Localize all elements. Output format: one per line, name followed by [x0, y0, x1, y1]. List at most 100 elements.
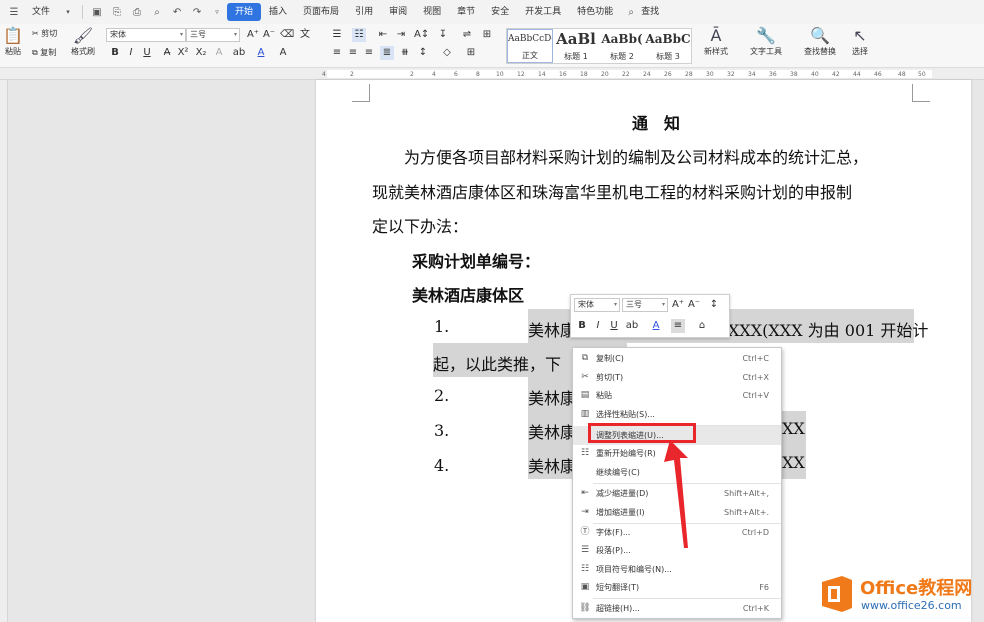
new-style-button[interactable]: Ā 新样式 [698, 26, 734, 57]
tab-references[interactable]: 引用 [347, 3, 381, 21]
cut-button[interactable]: ✂ 剪切 [32, 28, 57, 39]
shrink-font-icon[interactable]: A⁻ [262, 28, 276, 42]
grow-font-icon[interactable]: A⁺ [671, 298, 685, 312]
align-center-icon[interactable]: ≡ [346, 46, 360, 60]
highlight-icon[interactable]: ab [625, 319, 639, 333]
line-spacing-icon[interactable]: ↕ [416, 46, 430, 60]
style-heading-3[interactable]: AaBbC 标题 3 [645, 29, 691, 63]
char-shading-icon[interactable]: A [276, 46, 290, 60]
align-left-icon[interactable]: ≡ [330, 46, 344, 60]
ruler-tick: 8 [476, 71, 480, 78]
sort-icon[interactable]: ↧ [436, 28, 450, 42]
decrease-indent-icon: ⇤ [581, 488, 589, 498]
menu-item-copy[interactable]: ⧉ 复制(C) Ctrl+C [573, 349, 781, 368]
font-name-select[interactable]: 宋体 ▾ [106, 28, 186, 42]
italic-icon[interactable]: I [124, 46, 138, 60]
save-icon[interactable]: ▣ [90, 5, 104, 19]
bullets-icon[interactable]: ☰ [330, 28, 344, 42]
decrease-indent-icon[interactable]: ⇤ [376, 28, 390, 42]
select-button[interactable]: ↖ 选择 [846, 26, 874, 57]
search-button[interactable]: 查找 [641, 3, 667, 21]
tab-special[interactable]: 特色功能 [569, 3, 621, 21]
tab-insert[interactable]: 插入 [261, 3, 295, 21]
file-menu[interactable]: 文件 [24, 3, 58, 21]
chevron-down-icon: ▾ [613, 301, 617, 308]
print-icon[interactable]: ⎙ [130, 5, 144, 19]
highlight-icon[interactable]: ab [232, 46, 246, 60]
distributed-icon[interactable]: ⧻ [398, 46, 412, 60]
increase-indent-icon[interactable]: ⇥ [394, 28, 408, 42]
chevron-down-icon[interactable]: ▾ [61, 5, 75, 19]
bold-icon[interactable]: B [108, 46, 122, 60]
tab-chapter[interactable]: 章节 [449, 3, 483, 21]
undo-icon[interactable]: ↶ [170, 5, 184, 19]
show-marks-icon[interactable]: ⇌ [460, 28, 474, 42]
customize-icon[interactable]: ▿ [210, 5, 224, 19]
hamburger-icon[interactable]: ☰ [7, 5, 21, 19]
text-effect-icon[interactable]: A [212, 46, 226, 60]
tab-security[interactable]: 安全 [483, 3, 517, 21]
style-heading-1[interactable]: AaBl 标题 1 [553, 29, 599, 63]
align-icon[interactable]: ≡ [671, 319, 685, 333]
ribbon: 📋 粘贴 ✂ 剪切 ⧉ 复制 🖌 格式刷 宋体 ▾ 三号 ▾ A⁺ A⁻ ⌫ 文 B… [0, 24, 984, 68]
vertical-ruler[interactable] [0, 80, 8, 622]
shrink-font-icon[interactable]: A⁻ [687, 298, 701, 312]
horizontal-ruler[interactable]: 4 2 2 4 6 8 10 12 14 16 18 20 22 24 26 2… [0, 68, 984, 80]
strikethrough-icon[interactable]: A̶ [160, 46, 174, 60]
style-normal[interactable]: AaBbCcDd 正文 [507, 29, 553, 63]
underline-icon[interactable]: U [140, 46, 154, 60]
list-number: 4. [434, 456, 450, 475]
list-number: 1. [434, 317, 450, 336]
tab-developer[interactable]: 开发工具 [517, 3, 569, 21]
tab-page-layout[interactable]: 页面布局 [295, 3, 347, 21]
clear-format-icon[interactable]: ⌫ [280, 28, 294, 42]
increase-indent-icon: ⇥ [581, 507, 589, 517]
print-preview-icon[interactable]: ⌕ [150, 5, 164, 19]
ruler-tick: 24 [643, 71, 651, 78]
superscript-icon[interactable]: X² [176, 46, 190, 60]
copy-button[interactable]: ⧉ 复制 [32, 47, 56, 58]
bold-icon[interactable]: B [575, 319, 589, 333]
shading-icon[interactable]: ◇ [440, 46, 454, 60]
tab-home[interactable]: 开始 [227, 3, 262, 21]
format-painter-button[interactable]: 🖌 格式刷 [68, 26, 98, 57]
numbering-icon[interactable]: ☷ [352, 28, 366, 42]
find-replace-button[interactable]: 🔍 查找替换 [798, 26, 842, 57]
text-direction-icon[interactable]: A↕ [414, 28, 429, 42]
search-icon[interactable]: ⌕ [624, 5, 638, 19]
menu-item-cut[interactable]: ✂ 剪切(T) Ctrl+X [573, 368, 781, 387]
export-pdf-icon[interactable]: ⎘ [110, 5, 124, 19]
list-item-text-right: XX [782, 445, 806, 479]
format-painter-icon[interactable]: ⌂ [695, 319, 709, 333]
pinyin-icon[interactable]: 文 [298, 28, 312, 42]
borders-icon[interactable]: ⊞ [464, 46, 478, 60]
ruler-tick: 50 [918, 71, 926, 78]
style-heading-2[interactable]: AaBb( 标题 2 [599, 29, 645, 63]
paste-icon: 📋 [3, 26, 23, 45]
text-tools-button[interactable]: 🔧 文字工具 [744, 26, 788, 57]
mini-font-name-select[interactable]: 宋体 ▾ [574, 298, 620, 312]
underline-icon[interactable]: U [607, 319, 621, 333]
paste-button[interactable]: 📋 粘贴 [2, 26, 24, 57]
mini-font-size-select[interactable]: 三号 ▾ [622, 298, 668, 312]
tab-review[interactable]: 审阅 [381, 3, 415, 21]
redo-icon[interactable]: ↷ [190, 5, 204, 19]
ruler-tick: 4 [432, 71, 436, 78]
line-spacing-icon[interactable]: ↕ [707, 298, 721, 312]
menu-item-bullets-numbering[interactable]: ☷ 项目符号和编号(N)... [573, 560, 781, 579]
justify-icon[interactable]: ≣ [380, 46, 394, 60]
font-size-select[interactable]: 三号 ▾ [186, 28, 240, 42]
tab-view[interactable]: 视图 [415, 3, 449, 21]
font-color-icon[interactable]: A [254, 46, 268, 60]
italic-icon[interactable]: I [591, 319, 605, 333]
menu-item-translate[interactable]: ▣ 短句翻译(T) F6 [573, 578, 781, 597]
link-icon: ⛓ [579, 603, 591, 613]
menu-item-hyperlink[interactable]: ⛓ 超链接(H)... Ctrl+K [573, 599, 781, 618]
subscript-icon[interactable]: X₂ [194, 46, 208, 60]
table-tool-icon[interactable]: ⊞ [480, 28, 494, 42]
font-color-icon[interactable]: A [649, 319, 663, 333]
menu-item-paste-special[interactable]: ▥ 选择性粘贴(S)... [573, 405, 781, 424]
menu-item-paste[interactable]: ▤ 粘贴 Ctrl+V [573, 386, 781, 405]
grow-font-icon[interactable]: A⁺ [246, 28, 260, 42]
align-right-icon[interactable]: ≡ [362, 46, 376, 60]
